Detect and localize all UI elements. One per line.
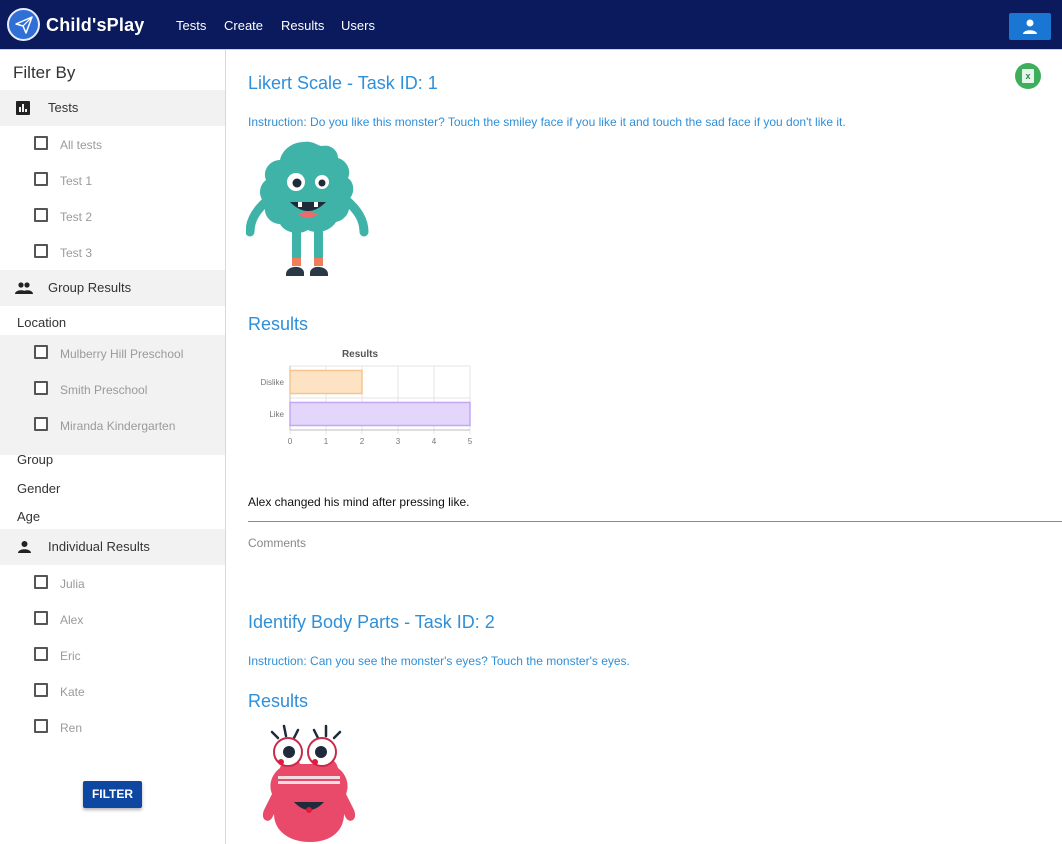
checkbox[interactable]: [34, 417, 48, 431]
section-group-results[interactable]: Group Results: [0, 270, 225, 306]
x-tick-label: 5: [468, 437, 473, 446]
checkbox[interactable]: [34, 381, 48, 395]
location-label[interactable]: Location: [17, 315, 66, 330]
section-tests[interactable]: Tests: [0, 90, 225, 126]
x-tick-label: 4: [432, 437, 437, 446]
bar-like: [289, 401, 471, 427]
checkbox-label: Test 2: [60, 210, 93, 224]
checkbox[interactable]: [34, 647, 48, 661]
task-1-results-heading: Results: [248, 314, 309, 334]
person-icon: [18, 541, 31, 553]
pink-monster-image: [262, 724, 356, 842]
section-individual-results[interactable]: Individual Results: [0, 529, 225, 565]
nav-users[interactable]: Users: [341, 18, 375, 33]
filter-title: Filter By: [13, 63, 76, 82]
group-icon: [15, 282, 33, 294]
main-content: Likert Scale - Task ID: 1 x Instruction:…: [226, 50, 1062, 844]
nav-results[interactable]: Results: [281, 18, 324, 33]
chart-y-labels: Dislike Like: [260, 378, 284, 419]
task-2-title: Identify Body Parts - Task ID: 2: [248, 612, 495, 632]
group-label[interactable]: Group: [17, 452, 53, 467]
chart-title: Results: [342, 349, 379, 360]
checkbox[interactable]: [34, 611, 48, 625]
y-tick-label: Dislike: [260, 378, 284, 387]
checkbox[interactable]: [34, 172, 48, 186]
checkbox-label: Test 1: [60, 174, 93, 188]
checkbox-label: All tests: [60, 138, 103, 152]
top-navbar: Child'sPlay Tests Create Results Users: [0, 0, 1062, 50]
checkbox-label: Julia: [60, 577, 85, 591]
gender-label[interactable]: Gender: [17, 481, 60, 496]
checkbox[interactable]: [34, 345, 48, 359]
person-icon: [1023, 19, 1037, 34]
checkbox-label: Ren: [60, 721, 83, 735]
user-account-button[interactable]: [1009, 13, 1051, 40]
checkbox[interactable]: [34, 719, 48, 733]
checkbox-label: Miranda Kindergarten: [60, 419, 176, 433]
teal-monster-image: [246, 141, 369, 276]
checkbox[interactable]: [34, 244, 48, 258]
nav-create[interactable]: Create: [224, 18, 263, 33]
task-2-results-heading: Results: [248, 691, 309, 711]
checkbox[interactable]: [34, 575, 48, 589]
checkbox[interactable]: [34, 683, 48, 697]
checkbox-label: Mulberry Hill Preschool: [60, 347, 184, 361]
bar-chart-icon: [16, 101, 30, 115]
task-1-title: Likert Scale - Task ID: 1: [248, 73, 438, 93]
checkbox[interactable]: [34, 136, 48, 150]
section-individual-results-label: Individual Results: [48, 539, 150, 554]
checkbox-label: Kate: [60, 685, 85, 699]
x-tick-label: 1: [324, 437, 329, 446]
checkbox-label: Smith Preschool: [60, 383, 148, 397]
x-tick-label: 0: [288, 437, 293, 446]
checkbox[interactable]: [34, 208, 48, 222]
checkbox-label: Alex: [60, 613, 84, 627]
task-2-instruction: Instruction: Can you see the monster's e…: [248, 654, 630, 668]
comments-field[interactable]: Comments: [248, 536, 306, 550]
results-bar-chart: Results Dislike Like 0 1 2 3 4 5: [260, 349, 473, 446]
task-1-instruction: Instruction: Do you like this monster? T…: [248, 115, 846, 129]
comments-divider: [248, 521, 1062, 522]
bar-dislike: [289, 369, 363, 395]
y-tick-label: Like: [269, 410, 284, 419]
task-1-note: Alex changed his mind after pressing lik…: [248, 495, 470, 509]
excel-export-icon[interactable]: x: [1015, 63, 1041, 89]
chart-x-labels: 0 1 2 3 4 5: [288, 437, 473, 446]
section-group-results-label: Group Results: [48, 280, 132, 295]
age-label[interactable]: Age: [17, 509, 40, 524]
x-tick-label: 3: [396, 437, 401, 446]
nav-tests[interactable]: Tests: [176, 18, 206, 33]
filter-button[interactable]: FILTER: [83, 781, 142, 808]
checkbox-label: Eric: [60, 649, 81, 663]
brand-name[interactable]: Child'sPlay: [46, 15, 145, 36]
checkbox-label: Test 3: [60, 246, 93, 260]
x-tick-label: 2: [360, 437, 365, 446]
filter-sidebar: Filter By Tests All tests Test 1 Test 2 …: [0, 50, 226, 844]
paper-plane-logo-icon[interactable]: [7, 8, 40, 41]
section-tests-label: Tests: [48, 100, 79, 115]
